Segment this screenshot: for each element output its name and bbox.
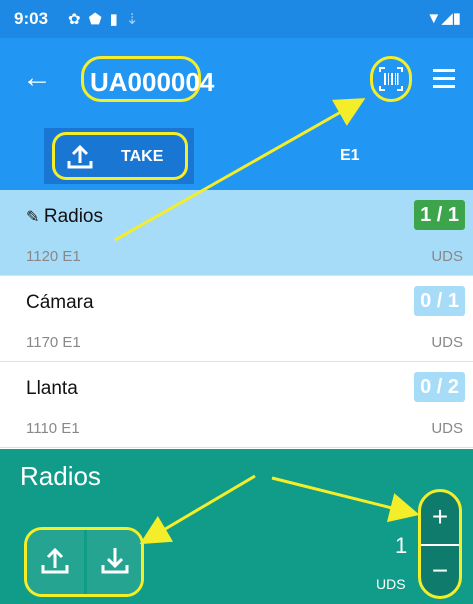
page-title: UA000004 <box>90 67 215 97</box>
list-item[interactable]: Cámara 1170 E1 UDS 0 / 1 <box>0 276 473 362</box>
tab-e1[interactable]: E1 <box>340 147 360 165</box>
app-bar: ← UA000004 <box>0 38 473 124</box>
increment-button[interactable]: + <box>421 492 459 544</box>
download-icon: ⇣ <box>125 11 147 28</box>
status-bar: 9:03 ✿⬟▮⇣ ▼◢▮ <box>0 0 473 38</box>
bottom-panel: Radios 1 UDS + − <box>0 449 473 604</box>
upload-icon <box>41 547 69 574</box>
shield-icon: ⬟ <box>88 11 110 28</box>
transfer-button-group <box>24 527 144 597</box>
tab-bar: TAKE E1 <box>0 124 473 190</box>
download-button[interactable] <box>87 530 141 594</box>
list-item[interactable]: ✎ Radios 1120 E1 UDS 1 / 1 <box>0 190 473 276</box>
sd-card-icon: ▮ <box>109 11 126 28</box>
item-code: 1110 E1 <box>26 420 80 437</box>
barcode-scan-icon <box>379 67 403 91</box>
item-name: Llanta <box>26 378 78 399</box>
quantity-stepper: + − <box>418 489 462 599</box>
status-icons: ✿⬟▮⇣ <box>68 10 146 28</box>
back-arrow-icon[interactable]: ← <box>22 60 52 96</box>
item-name: Cámara <box>26 292 94 313</box>
tab-take-label: TAKE <box>121 148 164 165</box>
decrement-button[interactable]: − <box>421 544 459 596</box>
download-icon <box>101 548 129 574</box>
edit-icon: ✎ <box>26 209 44 226</box>
upload-button[interactable] <box>27 530 84 594</box>
hamburger-menu-icon[interactable] <box>433 64 455 93</box>
quantity-unit: UDS <box>376 576 406 592</box>
signal-icon: ◢ <box>441 10 453 27</box>
count-badge: 0 / 1 <box>414 286 465 316</box>
item-code: 1120 E1 <box>26 248 81 265</box>
count-badge: 0 / 2 <box>414 372 465 402</box>
battery-icon: ▮ <box>452 10 461 27</box>
barcode-scan-button[interactable] <box>370 56 412 102</box>
item-name: ✎ Radios <box>26 206 104 227</box>
status-right-icons: ▼◢▮ <box>426 9 461 27</box>
settings-icon: ✿ <box>68 11 89 28</box>
status-time: 9:03 <box>14 9 49 28</box>
quantity-value: 1 <box>395 533 408 558</box>
item-list: ✎ Radios 1120 E1 UDS 1 / 1 Cámara 1170 E… <box>0 190 473 448</box>
bottom-title: Radios <box>20 461 101 491</box>
item-unit: UDS <box>431 420 463 437</box>
wifi-icon: ▼ <box>426 10 442 27</box>
count-badge: 1 / 1 <box>414 200 465 230</box>
item-code: 1170 E1 <box>26 334 81 351</box>
tab-take-highlight[interactable]: TAKE <box>52 132 188 180</box>
item-unit: UDS <box>431 334 463 351</box>
list-item[interactable]: Llanta 1110 E1 UDS 0 / 2 <box>0 362 473 448</box>
item-unit: UDS <box>431 248 463 265</box>
title-highlight: UA000004 <box>81 56 214 102</box>
upload-icon <box>67 144 93 169</box>
